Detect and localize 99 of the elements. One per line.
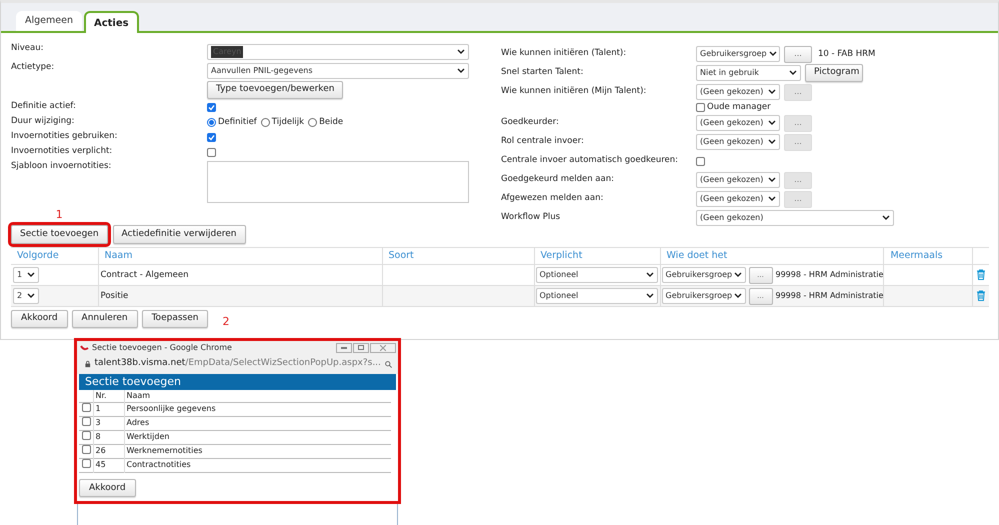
radio-button[interactable] <box>207 118 216 127</box>
tab[interactable]: Acties <box>84 11 139 33</box>
checkbox[interactable] <box>696 102 705 112</box>
trash-icon[interactable] <box>976 268 986 280</box>
checkbox[interactable] <box>696 156 705 166</box>
dropdown[interactable]: 2 <box>13 288 39 304</box>
notes-field[interactable] <box>207 161 469 203</box>
caret-icon <box>768 177 776 183</box>
dropdown[interactable]: (Geen gekozen) <box>696 115 780 131</box>
table-cell: Persoonlijke gegevens <box>124 402 391 416</box>
dropdown[interactable]: Gebruikersgroep <box>662 267 746 283</box>
caret-icon <box>646 272 654 278</box>
field-label: Wie kunnen initiëren (Mijn Talent): <box>501 86 648 98</box>
dropdown[interactable]: (Geen gekozen) <box>696 191 780 207</box>
dropdown[interactable]: (Geen gekozen) <box>696 84 780 100</box>
field-label: Workflow Plus <box>501 212 562 224</box>
checkbox[interactable] <box>207 148 216 157</box>
field-label: Actietype: <box>11 62 56 74</box>
table-cell: Werknemernotities <box>124 444 391 458</box>
section-button[interactable]: Actiedefinitie verwijderen <box>112 225 246 244</box>
tab[interactable]: Algemeen <box>16 11 82 31</box>
dropdown[interactable]: (Geen gekozen) <box>696 210 894 226</box>
table-cell: Positie <box>98 286 382 306</box>
caret-icon <box>457 68 465 74</box>
radio-label: Definitief <box>218 116 257 129</box>
annotation-number: 1 <box>56 208 63 222</box>
field-label: Invoernotities gebruiken: <box>11 131 118 143</box>
radio-button[interactable] <box>308 118 318 127</box>
checkbox[interactable] <box>207 133 216 142</box>
caret-icon <box>457 48 465 54</box>
checkbox[interactable] <box>207 103 216 112</box>
field-label: Niveau: <box>11 43 44 55</box>
accept-button[interactable]: Akkoord <box>79 479 136 498</box>
dropdown[interactable]: Gebruikersgroep <box>662 288 746 304</box>
caret-icon <box>768 51 777 57</box>
table-cell: 8 <box>93 430 124 444</box>
trash-icon[interactable] <box>976 290 986 301</box>
field-label: Invoernotities verplicht: <box>11 146 114 158</box>
dropdown[interactable]: (Geen gekozen) <box>696 172 780 188</box>
table-cell: 26 <box>93 444 124 458</box>
dropdown[interactable]: Niet in gebruik <box>696 65 801 81</box>
group-text: 10 - FAB HRM <box>818 48 876 60</box>
caret-icon <box>734 272 742 278</box>
caret-icon <box>646 293 654 299</box>
close-icon[interactable] <box>370 342 396 352</box>
field-label: Snel starten Talent: <box>501 67 584 79</box>
column-header: Naam <box>124 390 391 402</box>
type-button[interactable]: Type toevoegen/bewerken <box>207 81 344 99</box>
footer-button[interactable]: Akkoord <box>11 310 68 328</box>
popup-heading: Sectie toevoegen <box>79 374 396 390</box>
field-label: Definitie actief: <box>11 101 77 113</box>
dropdown[interactable]: Aanvullen PNIL-gegevens <box>207 62 469 78</box>
caret-icon <box>768 89 776 95</box>
dropdown[interactable]: Gebruikersgroep <box>696 46 780 62</box>
table-cell: Werktijden <box>124 430 391 444</box>
checkbox-label: Oude manager <box>707 102 771 112</box>
radio-label: Tijdelijk <box>272 116 304 129</box>
table-cell: 1 <box>93 402 124 416</box>
field-label: Wie kunnen initiëren (Talent): <box>501 48 628 60</box>
radio-button[interactable] <box>260 118 270 127</box>
caret-icon <box>27 272 35 278</box>
app-logo-icon <box>80 344 89 350</box>
picker-button[interactable]: ... <box>784 46 812 62</box>
field-label: Sjabloon invoernotities: <box>11 161 112 173</box>
field-label: Afgewezen melden aan: <box>501 193 604 205</box>
caret-icon <box>768 120 776 126</box>
table-cell: 3 <box>93 416 124 430</box>
section-button[interactable]: Sectie toevoegen <box>11 225 108 244</box>
annotation-number: 2 <box>222 314 230 330</box>
caret-icon <box>27 293 35 299</box>
maximize-icon[interactable] <box>353 342 369 352</box>
dropdown[interactable]: Optioneel <box>536 267 658 283</box>
column-header: Nr. <box>93 390 124 402</box>
radio-label: Beide <box>319 116 344 129</box>
caret-icon <box>768 139 776 145</box>
zoom-icon[interactable] <box>384 360 392 368</box>
pictogram-button[interactable]: Pictogram <box>805 64 863 82</box>
dropdown[interactable]: 1 <box>13 267 39 283</box>
dropdown[interactable]: (Geen gekozen) <box>696 134 780 150</box>
field-label: Goedkeurder: <box>501 117 560 129</box>
table-cell: Adres <box>124 416 391 430</box>
field-label: Duur wijziging: <box>11 116 76 128</box>
field-label: Centrale invoer automatisch goedkeuren: <box>501 155 680 167</box>
window-title: Sectie toevoegen - Google Chrome <box>92 342 233 354</box>
caret-icon <box>734 293 742 299</box>
table-cell: 99998 - HRM Administratie <box>776 290 884 302</box>
field-label: Rol centrale invoer: <box>501 136 585 148</box>
caret-icon <box>768 196 776 202</box>
minimize-icon[interactable] <box>336 342 352 352</box>
table-cell: Contractnotities <box>124 458 391 472</box>
lock-icon <box>85 360 90 368</box>
table-cell: 99998 - HRM Administratie <box>776 269 884 281</box>
field-label: Goedgekeurd melden aan: <box>501 174 615 186</box>
footer-button[interactable]: Annuleren <box>72 310 138 328</box>
caret-icon <box>882 215 890 221</box>
dropdown[interactable]: Optioneel <box>536 288 658 304</box>
caret-icon <box>789 70 797 76</box>
footer-button[interactable]: Toepassen <box>142 310 208 328</box>
table-cell: 45 <box>93 458 124 472</box>
